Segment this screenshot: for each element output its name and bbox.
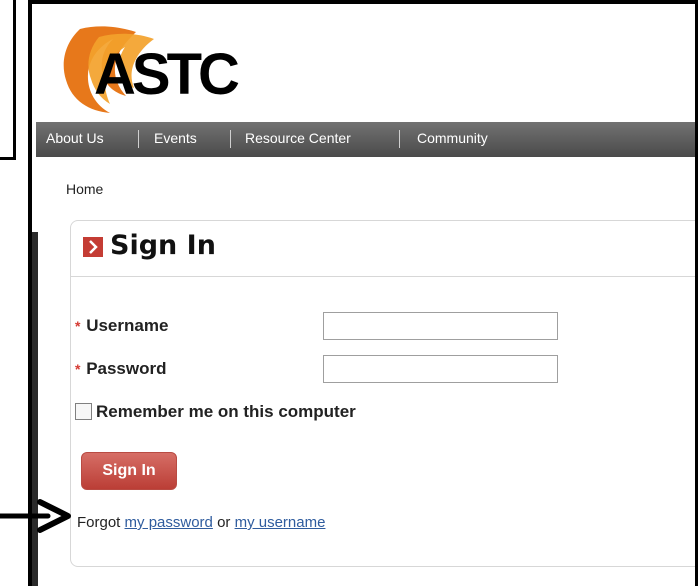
username-label: * Username [75,316,168,336]
nav-about-us[interactable]: About Us [46,130,104,146]
forgot-or: or [217,514,231,531]
username-input[interactable] [323,312,558,340]
main-navigation: About Us Events Resource Center Communit… [36,122,695,157]
required-indicator: * [75,318,81,334]
nav-resource-center[interactable]: Resource Center [245,130,351,146]
remember-me-label[interactable]: Remember me on this computer [96,402,356,422]
breadcrumb: Home [66,181,103,197]
remember-me-checkbox[interactable] [75,403,92,420]
nav-separator [230,130,231,148]
forgot-credentials-line: Forgot my password or my username [77,514,325,531]
forgot-password-link[interactable]: my password [125,514,213,531]
panel-header: Sign In [71,221,695,277]
breadcrumb-home[interactable]: Home [66,181,103,197]
nav-community[interactable]: Community [417,130,488,146]
nav-separator [138,130,139,148]
annotation-callout-box [0,0,16,160]
nav-separator [399,130,400,148]
astc-logo[interactable]: ASTC [52,12,242,116]
page-title: Sign In [110,230,216,261]
password-label-text: Password [86,359,167,378]
chevron-right-icon [83,237,103,257]
site-header: ASTC [40,12,695,116]
password-label: * Password [75,359,167,379]
sign-in-panel: Sign In * Username * Password Remember m… [70,220,695,567]
forgot-username-link[interactable]: my username [235,514,326,531]
screenshot-frame: ASTC About Us Events Resource Center Com… [28,0,698,586]
username-label-text: Username [86,316,169,335]
logo-text: ASTC [94,42,239,107]
sign-in-button[interactable]: Sign In [81,452,177,490]
password-input[interactable] [323,355,558,383]
nav-events[interactable]: Events [154,130,197,146]
arrow-right-icon [0,499,71,533]
forgot-prefix: Forgot [77,514,121,531]
required-indicator: * [75,361,81,377]
